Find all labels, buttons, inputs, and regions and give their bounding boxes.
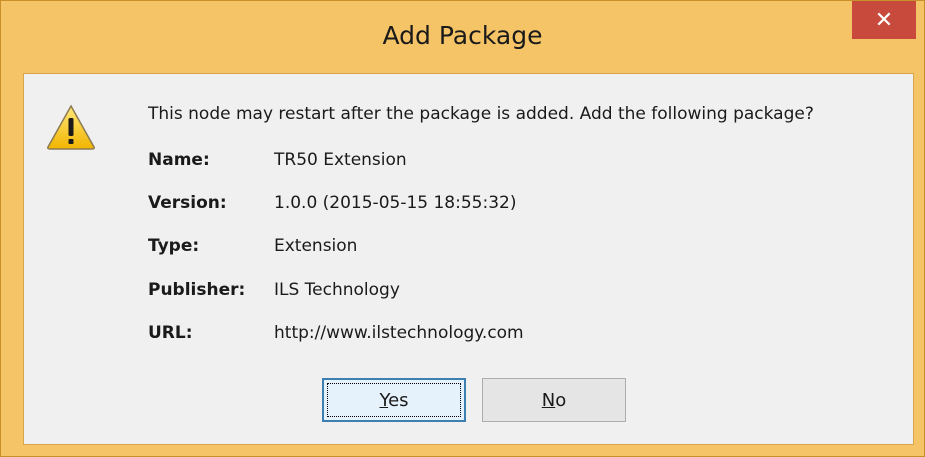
- field-row-url: URL: http://www.ilstechnology.com: [148, 323, 524, 343]
- field-label: Version:: [148, 193, 227, 213]
- field-label: Type:: [148, 236, 200, 256]
- field-row-name: Name: TR50 Extension: [148, 150, 407, 170]
- field-row-publisher: Publisher: ILS Technology: [148, 280, 400, 300]
- field-row-version: Version: 1.0.0 (2015-05-15 18:55:32): [148, 193, 516, 213]
- field-value: Extension: [274, 236, 358, 256]
- field-label: URL:: [148, 323, 193, 343]
- yes-button[interactable]: Yes: [322, 378, 466, 422]
- no-button[interactable]: No: [482, 378, 626, 422]
- dialog-window: Add Package ✕ This node may restart afte…: [0, 0, 925, 457]
- close-button[interactable]: ✕: [852, 1, 916, 39]
- focus-rectangle: [327, 383, 461, 417]
- no-button-label: No: [541, 389, 567, 411]
- field-value: 1.0.0 (2015-05-15 18:55:32): [274, 193, 517, 213]
- confirmation-message: This node may restart after the package …: [148, 104, 814, 124]
- field-value: ILS Technology: [274, 280, 400, 300]
- dialog-title: Add Package: [382, 21, 543, 50]
- field-row-type: Type: Extension: [148, 236, 357, 256]
- field-value: http://www.ilstechnology.com: [274, 323, 524, 343]
- title-bar[interactable]: Add Package ✕: [1, 1, 924, 73]
- dialog-body: This node may restart after the package …: [23, 73, 914, 445]
- field-label: Name:: [148, 150, 210, 170]
- field-value: TR50 Extension: [274, 150, 407, 170]
- warning-icon: [47, 104, 95, 150]
- field-label: Publisher:: [148, 280, 246, 300]
- close-icon: ✕: [874, 7, 894, 33]
